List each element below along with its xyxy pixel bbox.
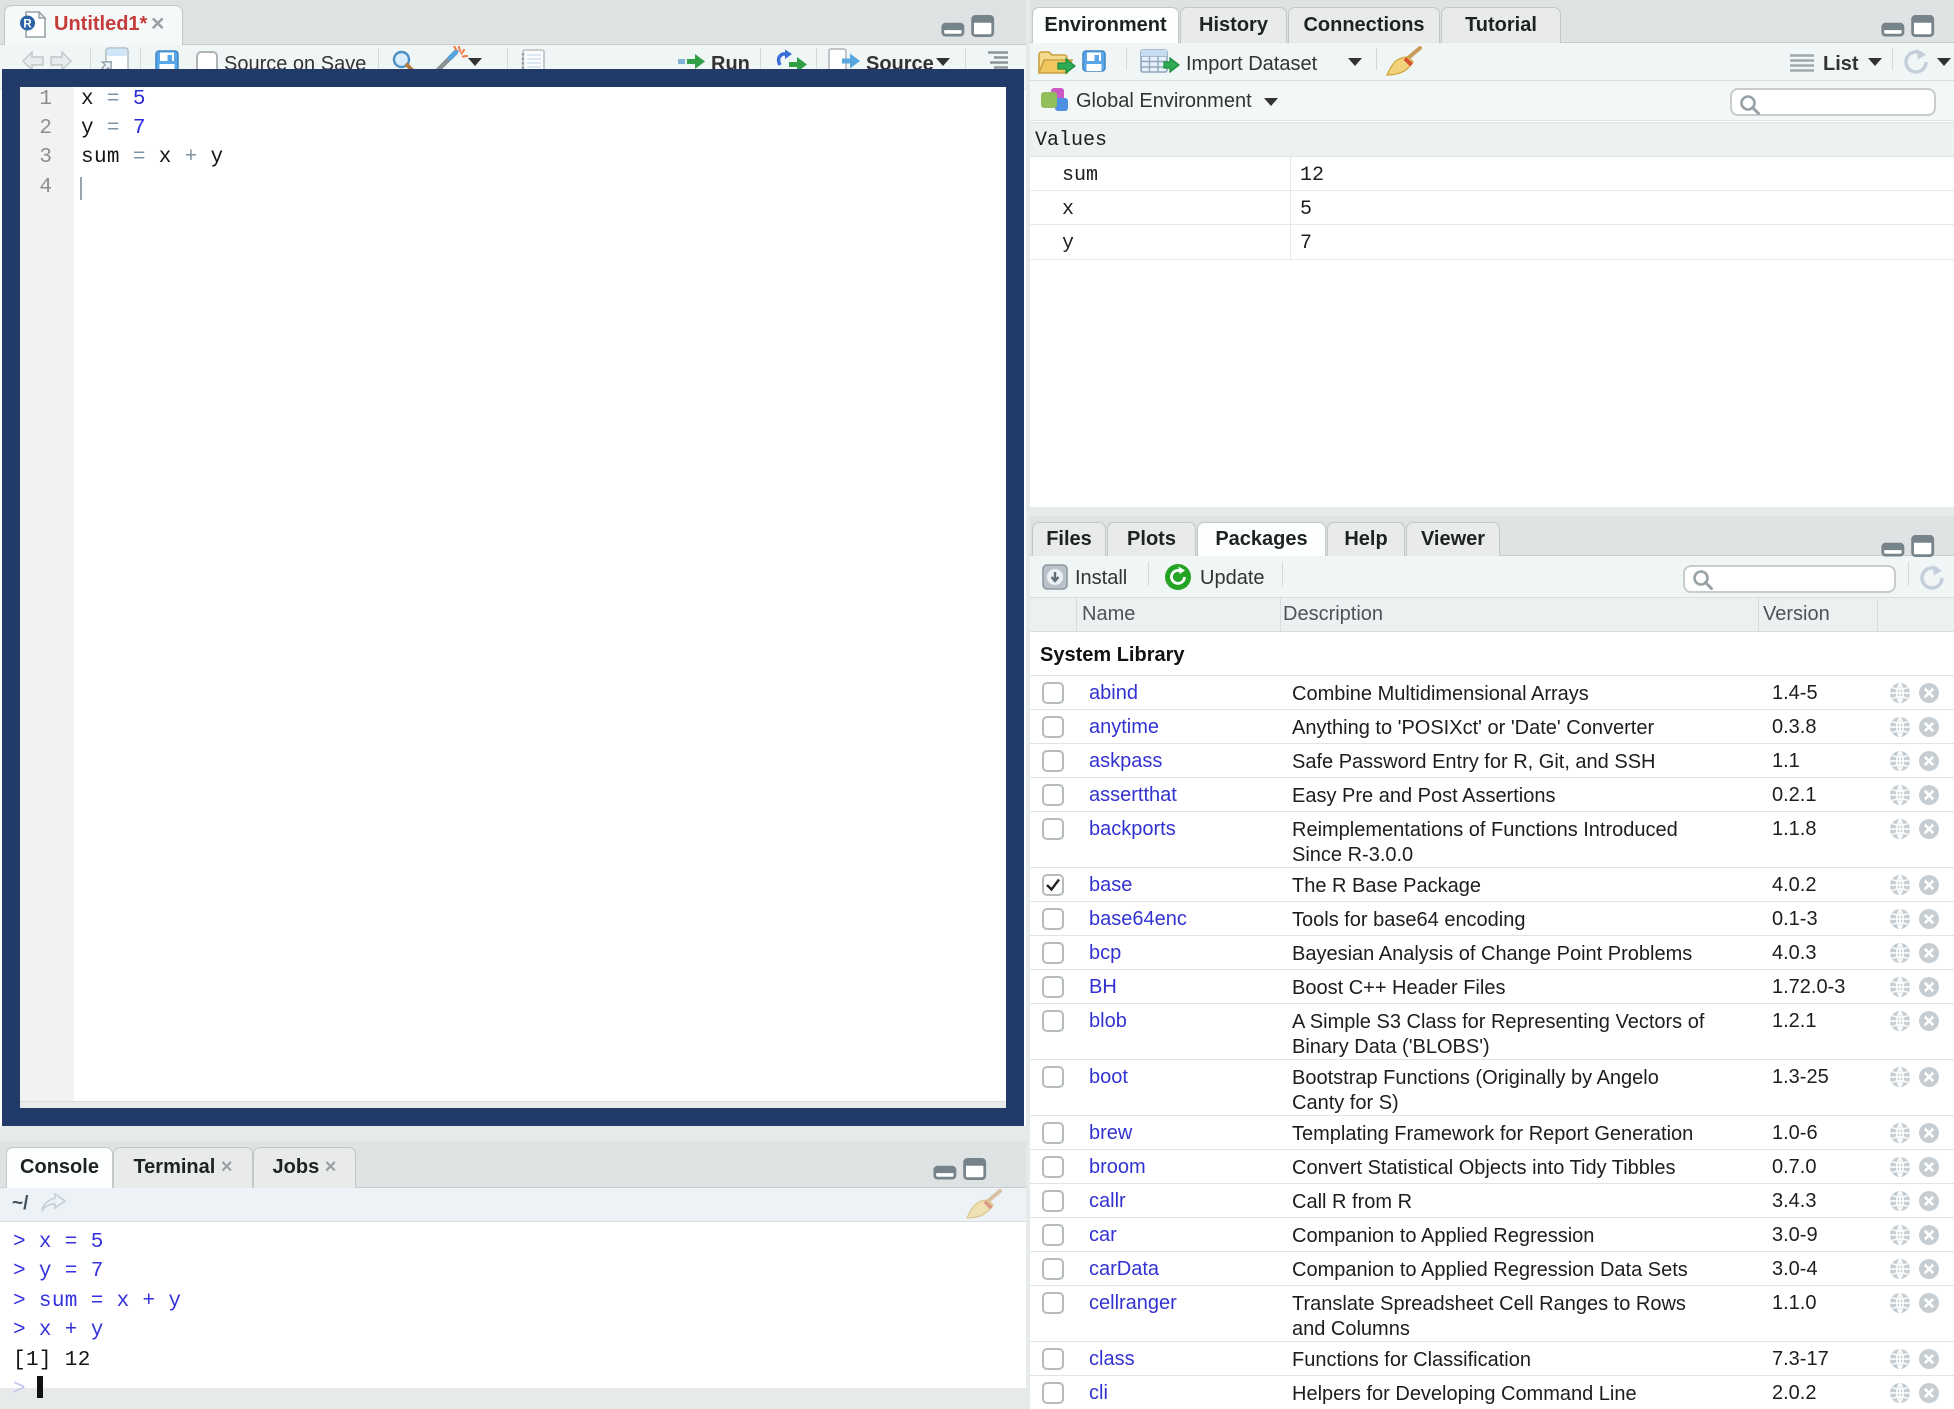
svg-text:R: R [23,19,32,31]
